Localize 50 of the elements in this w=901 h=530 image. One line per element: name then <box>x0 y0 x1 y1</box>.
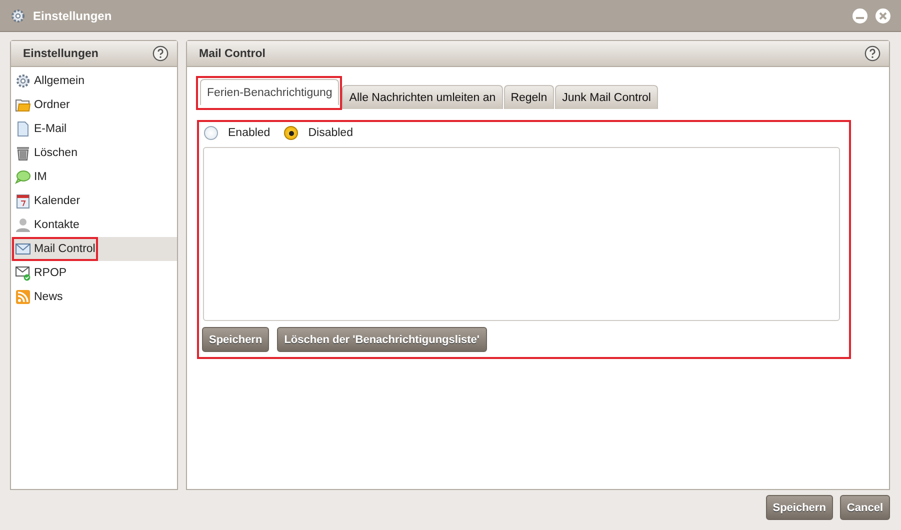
sidebar-label: Mail Control <box>34 243 96 255</box>
sidebar-label: News <box>34 291 63 303</box>
envelope-check-icon <box>15 265 31 281</box>
panel-title: Einstellungen <box>23 48 98 60</box>
form-button[interactable]: Speichern <box>202 327 270 352</box>
trash-icon <box>15 145 31 161</box>
sidebar-item[interactable]: E-Mail <box>11 117 177 141</box>
person-icon <box>15 217 31 233</box>
page-icon <box>15 121 31 137</box>
sidebar-label: Kontakte <box>34 219 80 231</box>
footer-button[interactable]: Cancel <box>840 495 890 520</box>
help-icon[interactable] <box>152 45 169 62</box>
tab[interactable]: Alle Nachrichten umleiten an <box>342 85 503 109</box>
sidebar-item[interactable]: Mail Control <box>11 237 177 261</box>
sidebar-label: Löschen <box>34 147 78 159</box>
sidebar-item[interactable]: RPOP <box>11 261 177 285</box>
sidebar-item[interactable]: News <box>11 285 177 309</box>
radio-button[interactable] <box>284 126 298 140</box>
gear-icon <box>10 8 26 24</box>
gear-icon <box>15 73 31 89</box>
close-icon[interactable] <box>875 8 891 24</box>
minimize-icon[interactable] <box>852 8 868 24</box>
envelope-icon <box>15 241 31 257</box>
window-title: Einstellungen <box>33 8 113 22</box>
help-icon[interactable] <box>864 45 881 62</box>
sidebar-label: E-Mail <box>34 123 67 135</box>
sidebar-item[interactable]: Ordner <box>11 93 177 117</box>
sidebar-label: RPOP <box>34 267 67 279</box>
speech-bubble-icon <box>15 169 31 185</box>
radio-label: Disabled <box>308 127 353 139</box>
footer-button[interactable]: Speichern <box>766 495 833 520</box>
sidebar-item[interactable]: Kontakte <box>11 213 177 237</box>
sidebar-item[interactable]: Löschen <box>11 141 177 165</box>
tab[interactable]: Junk Mail Control <box>555 85 658 109</box>
folder-icon <box>15 97 31 113</box>
sidebar-item[interactable]: Kalender <box>11 189 177 213</box>
tab[interactable]: Regeln <box>504 85 554 109</box>
radio-label: Enabled <box>228 127 270 139</box>
sidebar-label: Kalender <box>34 195 80 207</box>
calendar-icon <box>15 193 31 209</box>
sidebar-label: Ordner <box>34 99 70 111</box>
sidebar-label: Allgemein <box>34 75 84 87</box>
radio-button[interactable] <box>204 126 218 140</box>
sidebar-item[interactable]: Allgemein <box>11 69 177 93</box>
form-button[interactable]: Löschen der 'Benachrichtigungsliste' <box>277 327 487 352</box>
panel-title: Mail Control <box>199 48 266 60</box>
sidebar-item[interactable]: IM <box>11 165 177 189</box>
tab[interactable]: Ferien-Benachrichtigung <box>200 79 340 105</box>
feed-icon <box>15 289 31 305</box>
sidebar-label: IM <box>34 171 47 183</box>
